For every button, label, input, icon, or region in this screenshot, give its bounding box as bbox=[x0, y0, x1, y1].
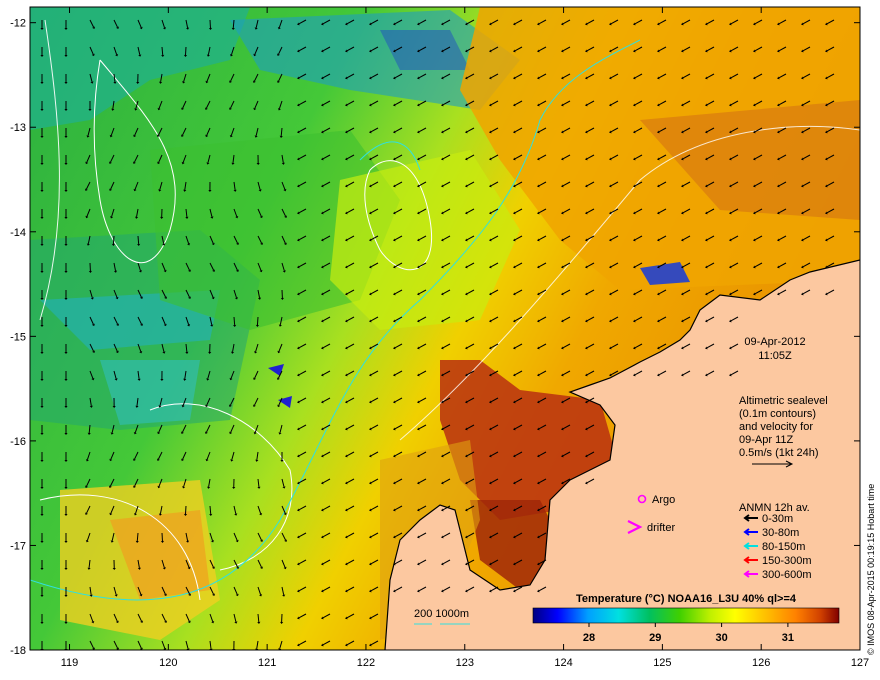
map-date: 09-Apr-2012 bbox=[744, 336, 805, 348]
lon-tick-label: 122 bbox=[357, 657, 375, 669]
anmn-legend-label: 80-150m bbox=[762, 541, 805, 553]
lat-tick-label: -16 bbox=[10, 436, 26, 448]
lat-tick-label: -18 bbox=[10, 645, 26, 657]
sea-surface-temperature-field bbox=[30, 7, 860, 650]
lon-tick-label: 124 bbox=[554, 657, 572, 669]
anmn-legend-label: 150-300m bbox=[762, 555, 812, 567]
map-time: 11:05Z bbox=[758, 350, 792, 362]
isobath-label: 200 1000m bbox=[414, 608, 469, 620]
credit-text: © IMOS 08-Apr-2015 00:19:15 Hobart time bbox=[866, 483, 876, 655]
lat-tick-label: -12 bbox=[10, 18, 26, 30]
colorbar-tick-label: 28 bbox=[583, 632, 595, 644]
lat-tick-label: -15 bbox=[10, 331, 26, 343]
lon-tick-label: 120 bbox=[159, 657, 177, 669]
lon-tick-label: 123 bbox=[456, 657, 474, 669]
lat-tick-label: -17 bbox=[10, 540, 26, 552]
lon-tick-label: 121 bbox=[258, 657, 276, 669]
anmn-legend-label: 300-600m bbox=[762, 569, 812, 581]
lat-tick-label: -14 bbox=[10, 227, 26, 239]
altimetry-line-2: (0.1m contours) bbox=[739, 408, 816, 420]
colorbar-tick-label: 31 bbox=[782, 632, 794, 644]
colorbar-tick-label: 29 bbox=[649, 632, 661, 644]
anmn-legend-label: 30-80m bbox=[762, 527, 799, 539]
lon-tick-label: 125 bbox=[653, 657, 671, 669]
anmn-legend-label: 0-30m bbox=[762, 513, 793, 525]
argo-label: Argo bbox=[652, 494, 675, 506]
altimetry-line-1: Altimetric sealevel bbox=[739, 395, 828, 407]
drifter-label: drifter bbox=[647, 522, 675, 534]
altimetry-line-3: and velocity for bbox=[739, 421, 813, 433]
altimetry-line-5: 0.5m/s (1kt 24h) bbox=[739, 447, 818, 459]
colorbar-tick-label: 30 bbox=[715, 632, 727, 644]
altimetry-line-4: 09-Apr 11Z bbox=[739, 434, 793, 446]
lon-tick-label: 119 bbox=[61, 657, 79, 669]
lon-tick-label: 127 bbox=[851, 657, 869, 669]
lon-tick-label: 126 bbox=[752, 657, 770, 669]
colorbar bbox=[532, 607, 840, 624]
lat-tick-label: -13 bbox=[10, 122, 26, 134]
sst-map: 119 120 121 122 123 124 125 126 127 -12 -13 -14 -15… bbox=[10, 6, 869, 669]
colorbar-title: Temperature (°C) NOAA16_L3U 40% ql>=4 bbox=[576, 593, 797, 605]
